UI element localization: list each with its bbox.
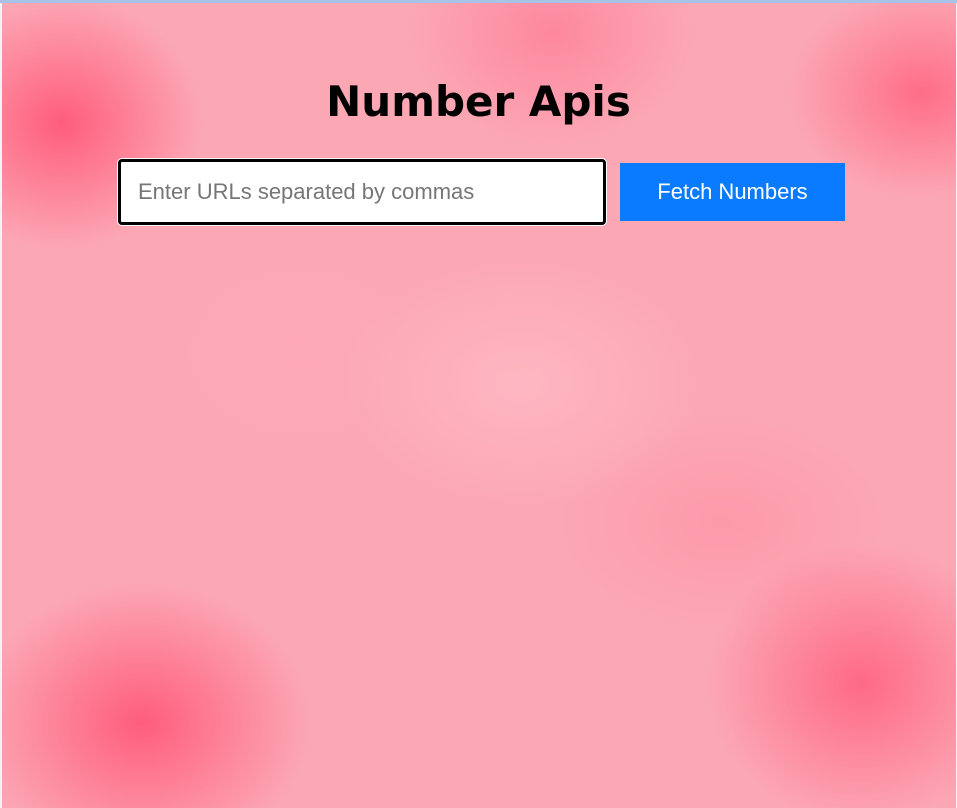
url-input[interactable] bbox=[118, 159, 606, 225]
page-title: Number Apis bbox=[326, 77, 631, 126]
fetch-numbers-button[interactable]: Fetch Numbers bbox=[620, 163, 845, 221]
